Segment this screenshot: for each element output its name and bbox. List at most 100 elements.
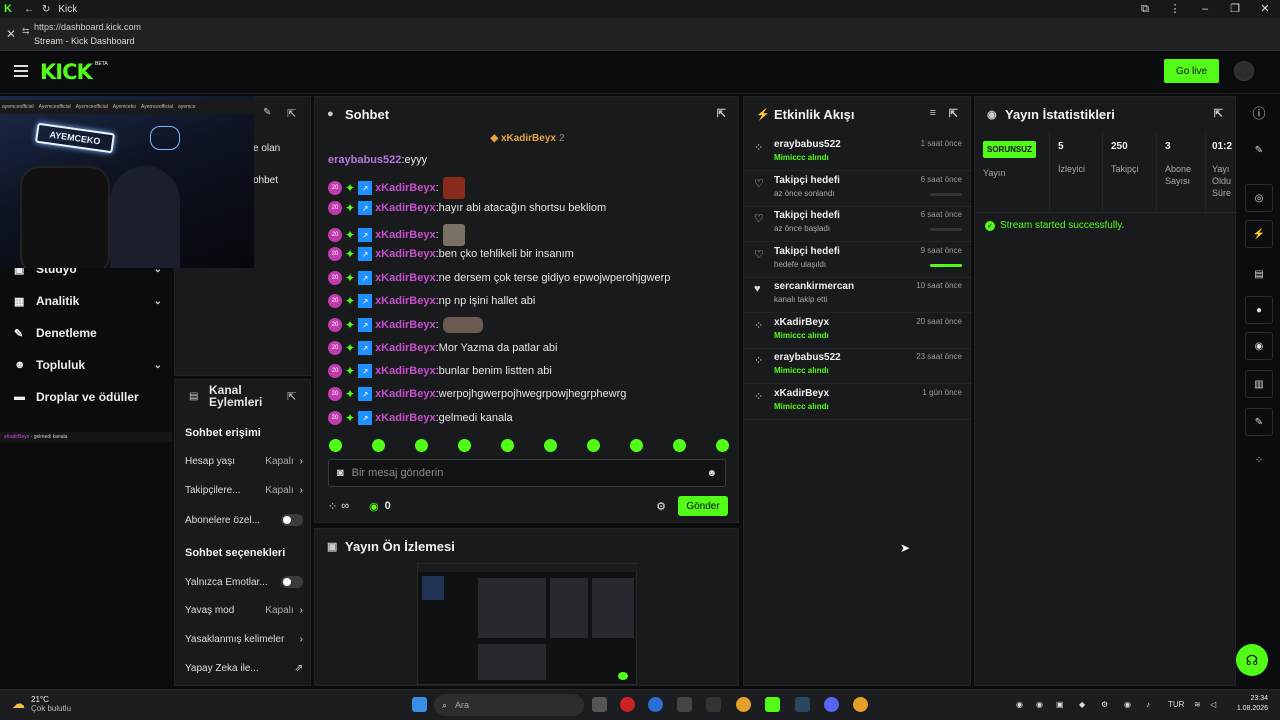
followers-only-row[interactable]: Takipçilere... Kapalı ›: [185, 485, 303, 496]
ai-moderation-row[interactable]: Yapay Zeka ile... ⇗: [185, 663, 303, 674]
emoji-icon[interactable]: ☻: [706, 468, 717, 479]
activity-item[interactable]: ⁘ xKadirBeyx Mimiccc alındı 1 gün önce: [744, 384, 972, 420]
chat-input[interactable]: ◙ Bir mesaj gönderin ☻: [328, 459, 726, 487]
steam-icon[interactable]: [795, 697, 810, 712]
wrench-icon[interactable]: ✎: [1245, 408, 1273, 436]
app-icon[interactable]: [677, 697, 692, 712]
chat-username[interactable]: xKadirBeyx: [375, 365, 436, 377]
chat-username[interactable]: eraybabus522: [328, 154, 401, 166]
wifi-icon[interactable]: ≋: [1194, 700, 1201, 709]
lightning-icon[interactable]: ⚡: [1245, 220, 1273, 248]
hamburger-menu-icon[interactable]: [14, 65, 28, 77]
emote-icon[interactable]: [630, 439, 643, 452]
pencil-icon[interactable]: ✎: [263, 107, 271, 118]
gear-icon[interactable]: ⚙: [656, 500, 666, 513]
emotes-only-toggle[interactable]: [281, 576, 303, 588]
menu-dots-icon[interactable]: ⋮: [1160, 0, 1190, 18]
banned-words-row[interactable]: Yasaklanmış kelimeler ›: [185, 634, 303, 645]
go-live-button[interactable]: Go live: [1164, 59, 1219, 83]
chrome-icon[interactable]: [736, 697, 751, 712]
account-age-row[interactable]: Hesap yaşı Kapalı ›: [185, 456, 303, 467]
chrome-icon[interactable]: [853, 697, 868, 712]
chat-username[interactable]: xKadirBeyx: [375, 295, 436, 307]
notes-icon[interactable]: ▤: [1245, 260, 1273, 288]
emote-icon[interactable]: [501, 439, 514, 452]
activity-item[interactable]: ♡ Takipçi hedefi az önce başladı 6 saat önc…: [744, 206, 972, 242]
emote-icon[interactable]: [415, 439, 428, 452]
popout-icon[interactable]: ⇱: [287, 390, 296, 403]
help-headset-button[interactable]: ☊: [1236, 644, 1268, 676]
back-icon[interactable]: ←: [24, 4, 34, 15]
sidebar-item-analitik[interactable]: ▦ Analitik ⌄: [14, 294, 162, 308]
app-icon[interactable]: [620, 697, 635, 712]
sidebar-item-droplar[interactable]: ▬ Droplar ve ödüller: [14, 390, 162, 404]
popout-icon[interactable]: ⇱: [949, 107, 958, 120]
url-text[interactable]: https://dashboard.kick.com: [34, 22, 141, 32]
extensions-icon[interactable]: ⧉: [1130, 0, 1160, 18]
activity-item[interactable]: ⁘ eraybabus522 Mimiccc alındı 1 saat önce: [744, 135, 972, 171]
send-button[interactable]: Gönder: [678, 496, 728, 516]
tray-icon[interactable]: ◉: [1036, 700, 1043, 709]
tray-icon[interactable]: ◉: [1124, 700, 1131, 709]
emote-icon[interactable]: [673, 439, 686, 452]
subscribers-only-toggle[interactable]: [281, 514, 303, 526]
broadcast-icon[interactable]: ◉: [1245, 332, 1273, 360]
chat-username[interactable]: xKadirBeyx: [375, 202, 436, 214]
emote-icon[interactable]: [372, 439, 385, 452]
subscribers-only-row[interactable]: Abonelere özel...: [185, 514, 303, 526]
stream-preview-thumbnail[interactable]: [417, 563, 638, 685]
minimize-button[interactable]: –: [1190, 0, 1220, 18]
activity-item[interactable]: ♡ Takipçi hedefi hedefe ulaşıldı 9 saat önc…: [744, 242, 972, 278]
emote-icon[interactable]: [587, 439, 600, 452]
activity-item[interactable]: ⁘ eraybabus522 Mimiccc alındı 23 saat önce: [744, 348, 972, 384]
chat-bubble-icon[interactable]: ●: [1245, 296, 1273, 324]
maximize-button[interactable]: ❐: [1220, 0, 1250, 18]
dots-icon[interactable]: ⁘: [1245, 446, 1273, 474]
chat-username[interactable]: xKadirBeyx: [375, 412, 436, 424]
kick-taskbar-icon[interactable]: [765, 697, 780, 712]
tray-icon[interactable]: ◉: [1016, 700, 1023, 709]
clock[interactable]: 23:34 1.08.2026: [1237, 694, 1268, 714]
chat-username[interactable]: xKadirBeyx: [375, 388, 436, 400]
discord-icon[interactable]: [824, 697, 839, 712]
language-label[interactable]: TUR: [1168, 700, 1184, 709]
emote-icon[interactable]: [458, 439, 471, 452]
reload-icon[interactable]: ↻: [42, 4, 50, 15]
volume-icon[interactable]: ◁: [1210, 700, 1216, 709]
popout-icon[interactable]: ⇱: [717, 107, 726, 120]
info-icon[interactable]: ⓘ: [1245, 98, 1273, 126]
close-icon[interactable]: ✕: [6, 27, 16, 41]
chat-username[interactable]: xKadirBeyx: [375, 248, 436, 260]
chat-username[interactable]: xKadirBeyx: [375, 342, 436, 354]
site-settings-icon[interactable]: ⇆: [22, 26, 30, 37]
close-window-button[interactable]: ✕: [1250, 0, 1280, 18]
popout-icon[interactable]: ⇱: [1214, 107, 1223, 120]
tray-icon[interactable]: ◆: [1079, 700, 1085, 709]
app-icon[interactable]: [648, 697, 663, 712]
weather-widget[interactable]: ☁ 21°C Çok bulutlu: [12, 695, 71, 713]
chat-username[interactable]: xKadirBeyx: [375, 182, 436, 194]
kick-logo[interactable]: KICK: [40, 60, 93, 84]
emote-icon[interactable]: [544, 439, 557, 452]
avatar[interactable]: [1234, 61, 1254, 81]
emotes-only-row[interactable]: Yalnızca Emotlar...: [185, 576, 303, 588]
chat-username[interactable]: xKadirBeyx: [375, 272, 436, 284]
activity-item[interactable]: ⁘ xKadirBeyx Mimiccc alındı 20 saat önce: [744, 313, 972, 349]
activity-item[interactable]: ♡ Takipçi hedefi az önce sonlandı 6 saat ön…: [744, 171, 972, 207]
chat-username[interactable]: xKadirBeyx: [375, 229, 436, 241]
slow-mode-row[interactable]: Yavaş mod Kapalı ›: [185, 605, 303, 616]
camera-icon[interactable]: ◎: [1245, 184, 1273, 212]
emote-icon[interactable]: [329, 439, 342, 452]
emote-icon[interactable]: [716, 439, 729, 452]
sidebar-item-topluluk[interactable]: ☻ Topluluk ⌄: [14, 358, 162, 372]
chat-username[interactable]: xKadirBeyx: [375, 319, 436, 331]
pencil-icon[interactable]: ✎: [1245, 136, 1273, 164]
windows-start-icon[interactable]: [412, 697, 427, 712]
app-icon[interactable]: [706, 697, 721, 712]
filter-icon[interactable]: ≡: [930, 107, 936, 119]
sidebar-item-denetleme[interactable]: ✎ Denetleme: [14, 326, 162, 340]
tray-icon[interactable]: ▣: [1056, 700, 1064, 709]
popout-icon[interactable]: ⇱: [287, 107, 296, 120]
file-explorer-icon[interactable]: [592, 697, 607, 712]
microphone-icon[interactable]: ♪: [1146, 700, 1150, 709]
